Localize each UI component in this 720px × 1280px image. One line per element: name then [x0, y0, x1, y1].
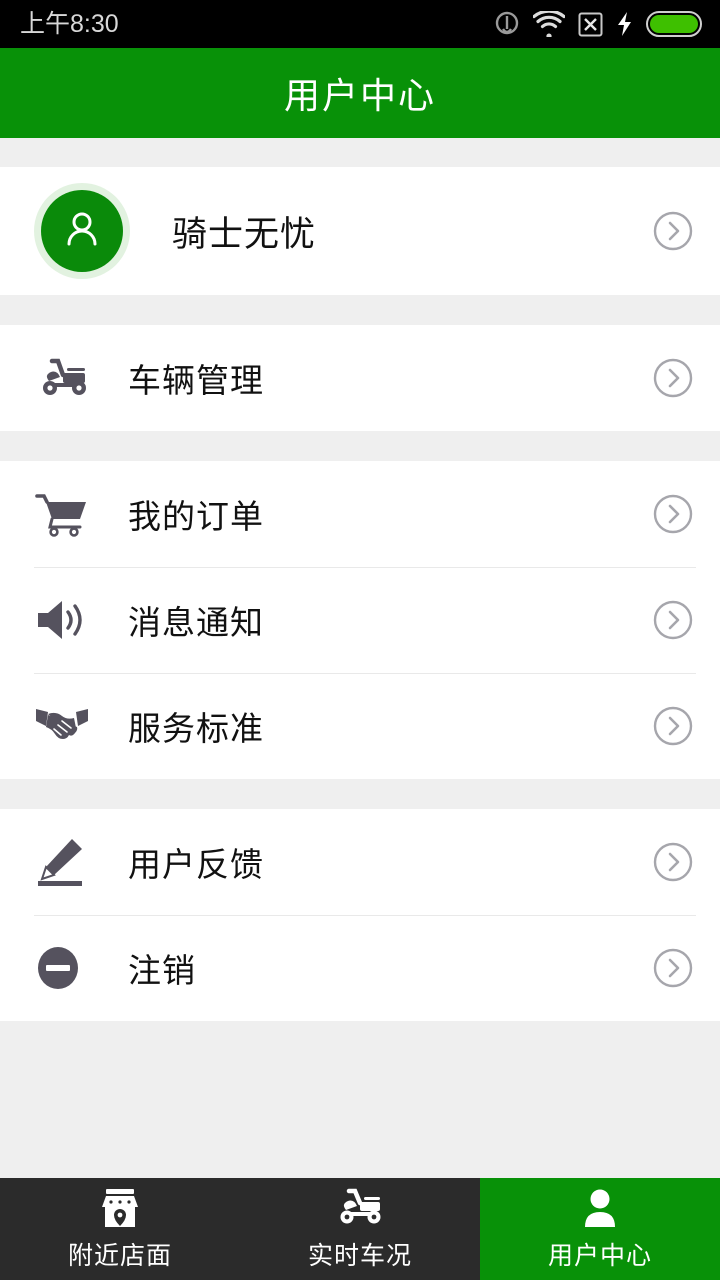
- menu-item-label: 注销: [128, 952, 196, 989]
- menu-item-label: 用户反馈: [128, 846, 264, 883]
- speaker-icon: [34, 597, 106, 643]
- menu-item-label: 消息通知: [128, 604, 264, 641]
- section-gap: [0, 295, 720, 325]
- menu-item-notifications[interactable]: 消息通知: [0, 567, 720, 673]
- content-filler: [0, 1021, 720, 1178]
- app-header: 用户中心: [0, 48, 720, 138]
- app-screen: 上午8:30 用户中心 骑士无忧 车辆管理 我的订单 消息通知 服务标准 用户反…: [0, 0, 720, 1280]
- nav-tab-label: 附近店面: [67, 1241, 172, 1270]
- menu-group-vehicle: 车辆管理: [0, 325, 720, 431]
- menu-group-services: 我的订单 消息通知 服务标准: [0, 461, 720, 779]
- menu-item-label: 服务标准: [128, 710, 264, 747]
- section-gap: [0, 431, 720, 461]
- handshake-icon: [34, 703, 106, 749]
- scooter-icon: [34, 355, 106, 401]
- storefront-icon: [96, 1187, 144, 1229]
- nav-tab-nearby-stores[interactable]: 附近店面: [0, 1178, 240, 1280]
- person-filled-icon: [578, 1187, 622, 1229]
- chevron-right-circle-icon[interactable]: [650, 597, 696, 643]
- menu-group-account: 用户反馈 注销: [0, 809, 720, 1021]
- chevron-right-circle-icon[interactable]: [650, 355, 696, 401]
- status-bar-icons: [494, 10, 702, 38]
- chevron-right-circle-icon[interactable]: [650, 208, 696, 254]
- person-outline-icon: [59, 206, 105, 257]
- chevron-right-circle-icon[interactable]: [650, 839, 696, 885]
- nav-tab-label: 实时车况: [307, 1241, 412, 1270]
- minus-circle-icon: [34, 944, 106, 992]
- charging-bolt-icon: [616, 11, 633, 37]
- chevron-right-circle-icon[interactable]: [650, 491, 696, 537]
- pencil-icon: [34, 837, 106, 887]
- profile-card: 骑士无忧: [0, 167, 720, 295]
- avatar: [34, 183, 130, 279]
- chevron-right-circle-icon[interactable]: [650, 945, 696, 991]
- chevron-right-circle-icon[interactable]: [650, 703, 696, 749]
- wifi-icon: [533, 11, 565, 37]
- page-title: 用户中心: [283, 75, 436, 116]
- profile-row[interactable]: 骑士无忧: [0, 167, 720, 295]
- menu-item-my-orders[interactable]: 我的订单: [0, 461, 720, 567]
- menu-item-label: 我的订单: [128, 498, 264, 535]
- scooter-icon: [332, 1187, 388, 1229]
- profile-name: 骑士无忧: [172, 214, 317, 254]
- menu-item-label: 车辆管理: [128, 362, 264, 399]
- bottom-navigation: 附近店面 实时车况 用户中心: [0, 1178, 720, 1280]
- menu-item-feedback[interactable]: 用户反馈: [0, 809, 720, 915]
- menu-item-logout[interactable]: 注销: [0, 915, 720, 1021]
- nav-tab-user-center[interactable]: 用户中心: [480, 1178, 720, 1280]
- no-sim-icon: [578, 12, 603, 37]
- menu-item-service-standard[interactable]: 服务标准: [0, 673, 720, 779]
- status-bar: 上午8:30: [0, 0, 720, 48]
- section-gap: [0, 138, 720, 167]
- status-bar-time: 上午8:30: [20, 10, 119, 38]
- section-gap: [0, 779, 720, 809]
- shopping-cart-icon: [34, 490, 106, 538]
- main-content: 骑士无忧 车辆管理 我的订单 消息通知 服务标准 用户反馈 注销: [0, 138, 720, 1178]
- nav-tab-realtime-vehicle[interactable]: 实时车况: [240, 1178, 480, 1280]
- menu-item-vehicle-management[interactable]: 车辆管理: [0, 325, 720, 431]
- nav-tab-label: 用户中心: [547, 1241, 652, 1270]
- battery-icon: [646, 11, 702, 37]
- headset-icon: [494, 10, 520, 38]
- avatar-circle: [41, 190, 123, 272]
